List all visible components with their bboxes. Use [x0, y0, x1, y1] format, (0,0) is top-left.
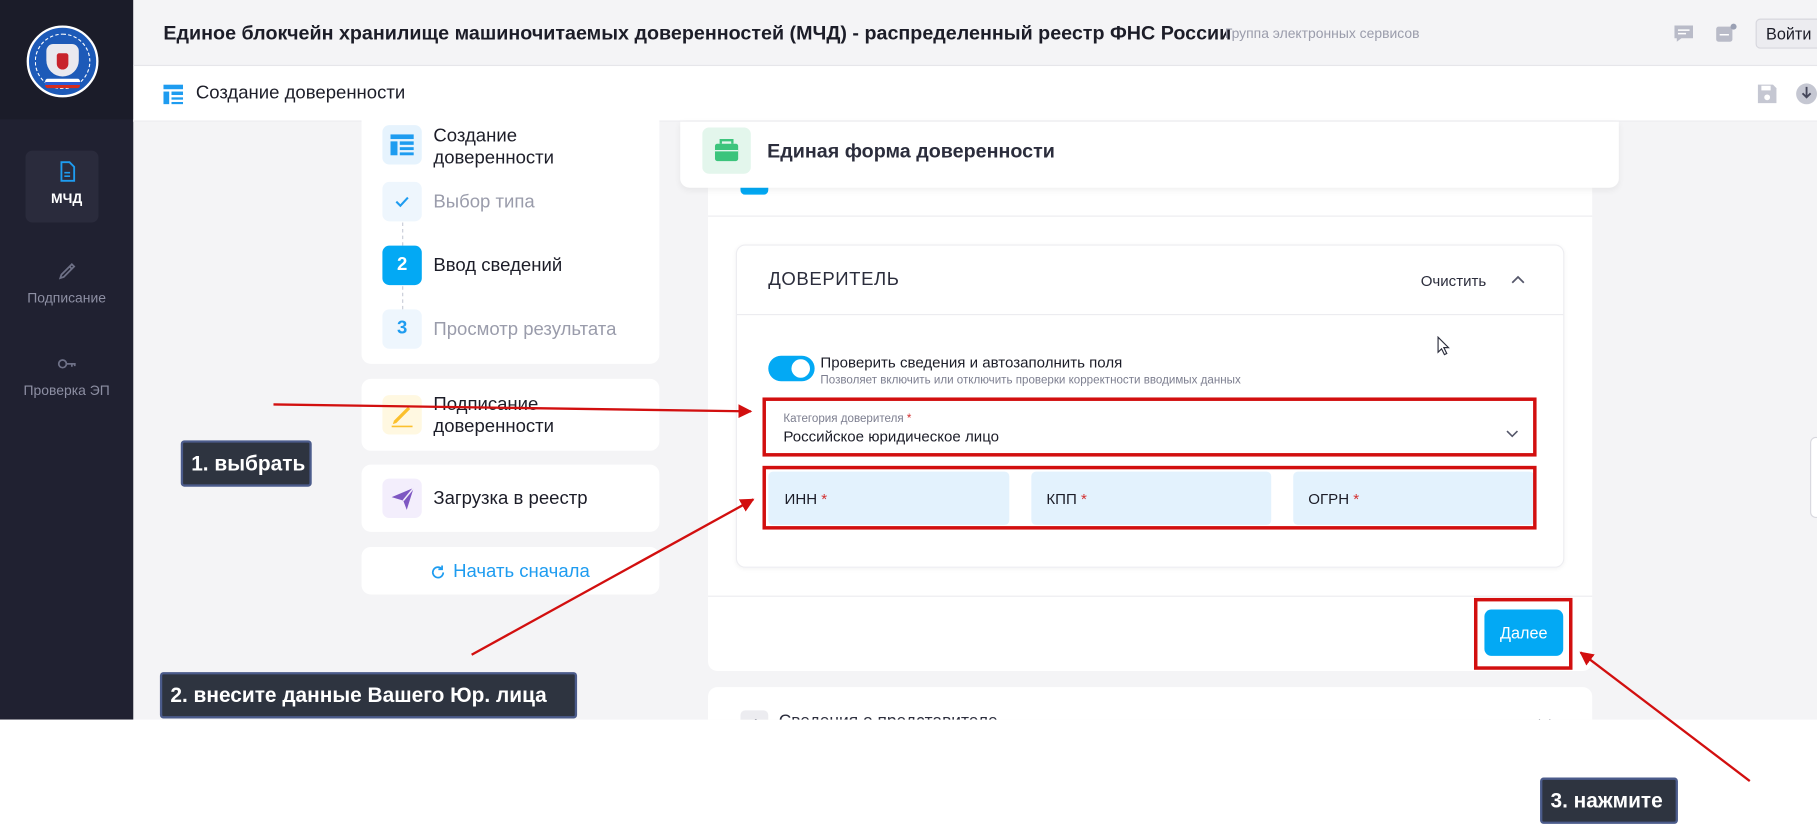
- callout-step-2: 2. внесите данные Вашего Юр. лица: [159, 672, 578, 719]
- side-scroll-tab[interactable]: [1810, 436, 1817, 518]
- callout-step-3: 3. нажмите: [1540, 777, 1678, 824]
- step-connector: [402, 286, 404, 310]
- upload-card[interactable]: Загрузка в реестр: [361, 464, 660, 532]
- step-connector: [402, 222, 404, 246]
- download-icon[interactable]: [1795, 82, 1817, 105]
- document-icon: [59, 161, 75, 182]
- restart-link[interactable]: Начать сначала: [453, 561, 590, 583]
- toggle-hint: Позволяет включить или отключить проверк…: [820, 374, 1241, 388]
- checkmark-icon: [395, 196, 409, 208]
- chat-icon[interactable]: [1672, 22, 1695, 45]
- app: МЧД Подписание Проверка ЭП Единое блокче…: [0, 0, 1817, 824]
- restart-card[interactable]: Начать сначала: [361, 546, 660, 595]
- sidebar-logo-area: [0, 0, 134, 120]
- fns-emblem-logo[interactable]: [26, 25, 99, 98]
- representative-section-card[interactable]: 4 Сведения о представителе: [708, 687, 1593, 720]
- signing-label: Подписание доверенности: [433, 395, 555, 437]
- sidebar: МЧД Подписание Проверка ЭП: [0, 0, 134, 720]
- sidebar-item-ep-check[interactable]: Проверка ЭП: [0, 352, 133, 399]
- form-layout-icon: [163, 84, 184, 105]
- form-title: Единая форма доверенности: [767, 140, 1055, 163]
- step-label-type[interactable]: Выбор типа: [433, 191, 534, 213]
- upload-label: Загрузка в реестр: [433, 489, 588, 509]
- highlight-fields-box: [762, 465, 1537, 530]
- callout-step-1: 1. выбрать: [180, 440, 312, 487]
- section-title: ДОВЕРИТЕЛЬ: [768, 270, 900, 290]
- sidebar-item-label: МЧД: [50, 190, 83, 207]
- briefcase-icon: [702, 127, 751, 174]
- key-icon: [57, 359, 76, 369]
- refresh-icon: [431, 565, 445, 579]
- pen-icon: [58, 262, 75, 280]
- clear-button[interactable]: Очистить: [1421, 272, 1487, 289]
- step-label-input[interactable]: Ввод сведений: [433, 255, 562, 277]
- highlight-category-box: [762, 397, 1537, 457]
- top-bar: Единое блокчейн хранилище машиночитаемых…: [133, 0, 1817, 67]
- divider: [736, 314, 1564, 316]
- notifications-icon[interactable]: [1714, 22, 1737, 45]
- app-title: Единое блокчейн хранилище машиночитаемых…: [163, 22, 1232, 45]
- signature-pen-icon: [382, 395, 422, 435]
- toggle-knob: [791, 359, 811, 378]
- screen: МЧД Подписание Проверка ЭП Единое блокче…: [0, 0, 1817, 824]
- step-done-marker: [382, 181, 422, 222]
- sidebar-item-label: Проверка ЭП: [23, 382, 110, 399]
- mouse-cursor-icon: [1437, 336, 1450, 356]
- save-icon[interactable]: [1756, 82, 1779, 105]
- login-button[interactable]: Войти: [1755, 18, 1817, 49]
- step-pending-marker: 3: [382, 309, 422, 349]
- page-title: Создание доверенности: [195, 83, 406, 104]
- send-plane-icon: [382, 478, 422, 518]
- steps-section-title: Создание доверенности: [433, 126, 555, 169]
- form-layout-icon: [382, 125, 422, 165]
- chevron-up-icon[interactable]: [1510, 271, 1526, 287]
- divider: [708, 595, 1593, 597]
- divider: [708, 215, 1593, 217]
- sidebar-item-label: Подписание: [27, 289, 106, 306]
- sidebar-item-signing[interactable]: Подписание: [0, 260, 133, 306]
- highlight-next-box: [1473, 597, 1573, 670]
- step-current-marker: 2: [382, 245, 422, 286]
- step-label-review[interactable]: Просмотр результата: [433, 319, 616, 341]
- app-subtitle: Группа электронных сервисов: [1224, 25, 1420, 42]
- autofill-toggle[interactable]: [768, 355, 815, 382]
- sidebar-item-mchd[interactable]: МЧД: [0, 150, 133, 223]
- chevron-down-icon: [1538, 719, 1551, 720]
- steps-card: Создание доверенности Выбор типа 2 Ввод …: [361, 110, 660, 364]
- toggle-label: Проверить сведения и автозаполнить поля: [820, 353, 1123, 371]
- form-header-card: Единая форма доверенности: [680, 121, 1619, 188]
- section-title: Сведения о представителе: [779, 712, 998, 720]
- section-number-badge: 4: [740, 710, 769, 720]
- signing-card[interactable]: Подписание доверенности: [361, 378, 660, 451]
